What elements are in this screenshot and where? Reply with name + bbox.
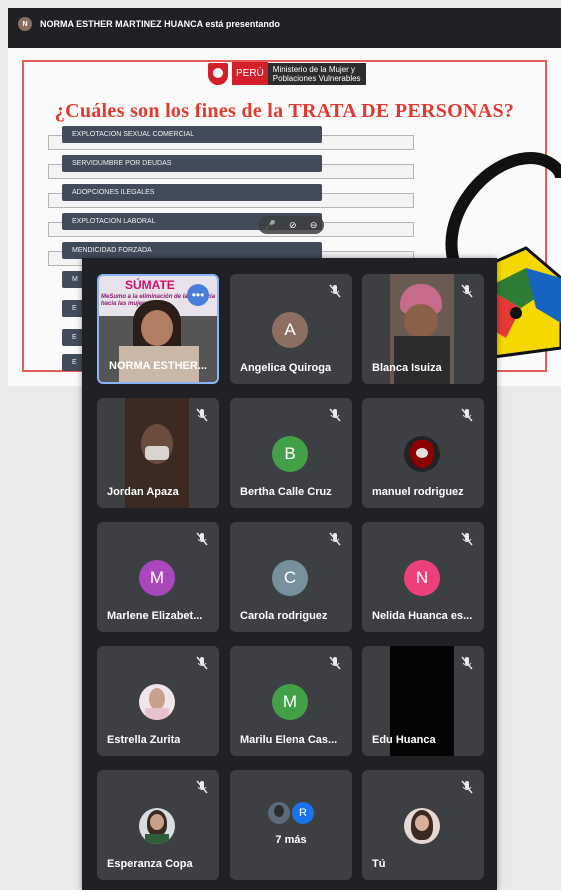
answer-item: MENDICIDAD FORZADA xyxy=(62,242,322,259)
mic-off-icon xyxy=(329,656,341,670)
answer-item: ADOPCIONES ILEGALES xyxy=(62,184,322,201)
logo-country: PERÚ xyxy=(232,62,268,85)
participant-name: NORMA ESTHER... xyxy=(109,360,207,372)
participant-name: Estrella Zurita xyxy=(107,734,181,746)
participant-name: Edu Huanca xyxy=(372,734,436,746)
participant-tile[interactable]: Edu Huanca xyxy=(362,646,484,756)
participant-name: Carola rodriguez xyxy=(240,610,328,622)
participant-name: Tú xyxy=(372,858,386,870)
avatar xyxy=(404,808,440,844)
participant-tile[interactable]: C Carola rodriguez xyxy=(230,522,352,632)
mic-off-icon xyxy=(329,408,341,422)
participant-name: Marilu Elena Cas... xyxy=(240,734,338,746)
presenter-avatar: N xyxy=(18,17,32,31)
participant-tile[interactable]: Jordan Apaza xyxy=(97,398,219,508)
participant-tile[interactable]: Blanca Isuiza xyxy=(362,274,484,384)
minimize-icon[interactable]: ⊖ xyxy=(310,220,318,231)
mic-off-icon xyxy=(196,408,208,422)
avatar: A xyxy=(272,312,308,348)
participants-grid: SÚMATE MeSumo a la eliminación de la vio… xyxy=(82,258,497,890)
logo-ministry: Ministerio de la Mujer y Poblaciones Vul… xyxy=(267,62,366,85)
mic-off-icon xyxy=(329,532,341,546)
mic-off-icon xyxy=(461,532,473,546)
mic-off-icon xyxy=(196,656,208,670)
mic-off-icon xyxy=(329,284,341,298)
participant-name: Nelida Huanca es... xyxy=(372,610,473,622)
video-banner-title: SÚMATE xyxy=(125,278,175,292)
participant-tile[interactable]: Estrella Zurita xyxy=(97,646,219,756)
participant-tile[interactable]: M Marilu Elena Cas... xyxy=(230,646,352,756)
participant-tile[interactable]: N Nelida Huanca es... xyxy=(362,522,484,632)
participant-tile[interactable]: manuel rodriguez xyxy=(362,398,484,508)
participant-tile[interactable]: Esperanza Copa xyxy=(97,770,219,880)
participant-name: Jordan Apaza xyxy=(107,486,179,498)
mic-off-icon xyxy=(461,656,473,670)
avatar: N xyxy=(404,560,440,596)
presenting-text: NORMA ESTHER MARTINEZ HUANCA está presen… xyxy=(40,19,280,29)
participant-tile-more[interactable]: R 7 más xyxy=(230,770,352,880)
mic-off-icon xyxy=(461,780,473,794)
coat-of-arms-icon xyxy=(208,62,228,85)
more-options-icon[interactable]: ••• xyxy=(187,284,209,306)
mic-off-icon xyxy=(461,408,473,422)
participant-tile[interactable]: M Marlene Elizabet... xyxy=(97,522,219,632)
avatar xyxy=(404,436,440,472)
mic-off-icon xyxy=(196,532,208,546)
participant-name: manuel rodriguez xyxy=(372,486,464,498)
avatar: B xyxy=(272,436,308,472)
avatar: C xyxy=(272,560,308,596)
participant-tile[interactable]: B Bertha Calle Cruz xyxy=(230,398,352,508)
participant-tile-self[interactable]: Tú xyxy=(362,770,484,880)
mic-off-icon xyxy=(461,284,473,298)
participant-name: Angelica Quiroga xyxy=(240,362,332,374)
avatar xyxy=(268,802,290,824)
avatar: M xyxy=(272,684,308,720)
avatar: R xyxy=(292,802,314,824)
mic-off-icon[interactable]: 🎤 xyxy=(265,220,276,231)
answer-item: EXPLOTACION SEXUAL COMERCIAL xyxy=(62,126,322,143)
presentation-controls[interactable]: 🎤 ⊘ ⊖ xyxy=(258,216,324,234)
slide-title: ¿Cuáles son los fines de la TRATA DE PER… xyxy=(54,100,515,122)
ministry-logo: PERÚ Ministerio de la Mujer y Poblacione… xyxy=(204,62,370,85)
answer-item: SERVIDUMBRE POR DEUDAS xyxy=(62,155,322,172)
participant-name: Blanca Isuiza xyxy=(372,362,442,374)
avatar: M xyxy=(139,560,175,596)
avatar xyxy=(139,808,175,844)
participant-tile-presenter[interactable]: SÚMATE MeSumo a la eliminación de la vio… xyxy=(97,274,219,384)
participant-name: Esperanza Copa xyxy=(107,858,193,870)
participant-name: Bertha Calle Cruz xyxy=(240,486,332,498)
mic-off-icon xyxy=(196,780,208,794)
participant-face xyxy=(141,310,173,346)
participant-name: Marlene Elizabet... xyxy=(107,610,203,622)
participant-tile[interactable]: A Angelica Quiroga xyxy=(230,274,352,384)
more-participants-count: 7 más xyxy=(275,834,307,846)
avatar xyxy=(139,684,175,720)
presenting-banner: N NORMA ESTHER MARTINEZ HUANCA está pres… xyxy=(8,8,561,40)
camera-off-icon[interactable]: ⊘ xyxy=(289,220,297,231)
